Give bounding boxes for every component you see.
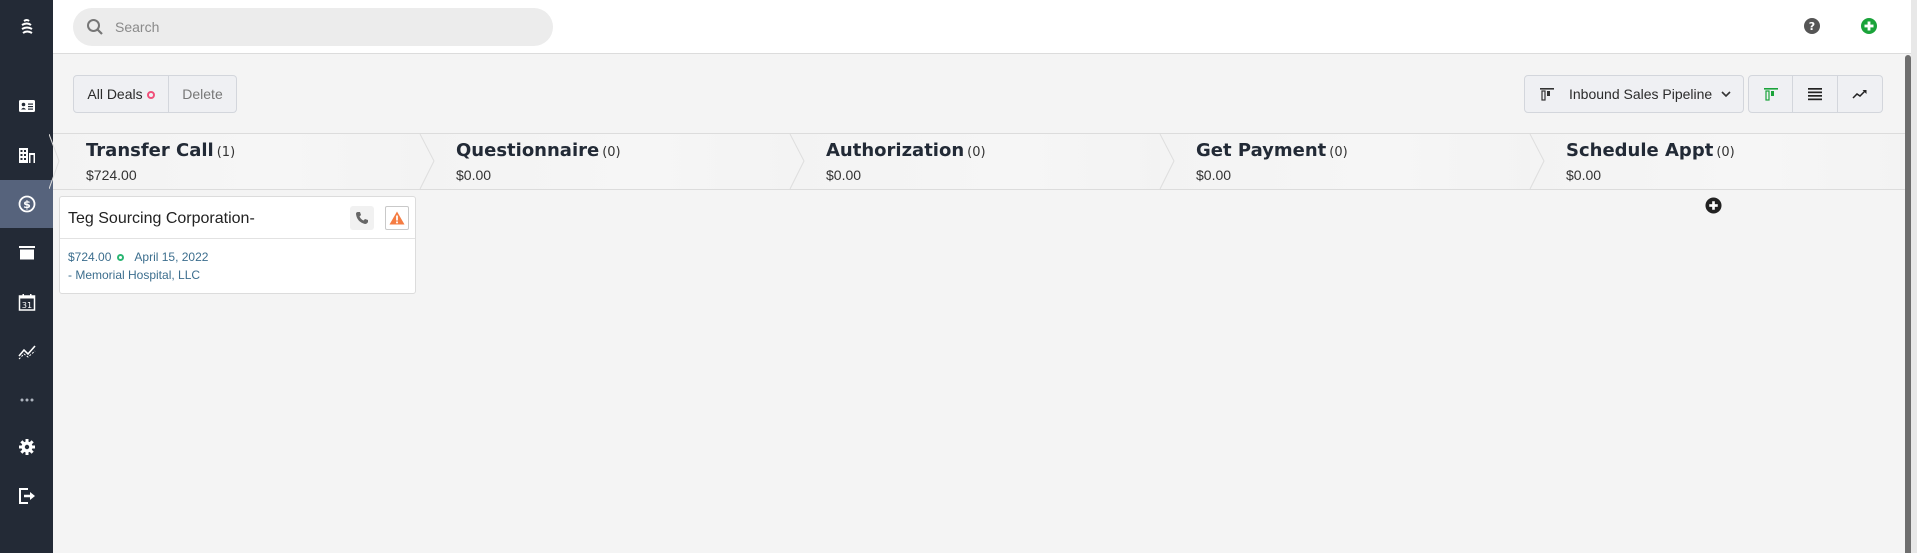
stage-title: Get Payment (0) xyxy=(1196,140,1348,161)
stage-count: (0) xyxy=(1716,145,1735,160)
add-deal-icon[interactable] xyxy=(1705,197,1722,214)
stage-amount: $0.00 xyxy=(1196,167,1232,183)
forecast-view-button[interactable] xyxy=(1838,75,1883,113)
stage-title: Transfer Call (1) xyxy=(86,140,236,161)
stage-amount: $0.00 xyxy=(826,167,862,183)
deal-date: April 15, 2022 xyxy=(134,250,209,264)
sidebar-item-contacts[interactable] xyxy=(0,82,53,130)
filter-indicator-dot xyxy=(146,91,155,99)
pipeline-dropdown[interactable]: Inbound Sales Pipeline xyxy=(1524,75,1744,113)
stage-column-header[interactable]: Authorization (0) $0.00 xyxy=(793,134,1175,189)
app-logo[interactable] xyxy=(0,0,53,54)
warning-icon xyxy=(389,211,405,225)
sidebar-item-archive[interactable] xyxy=(0,229,53,277)
svg-text:31: 31 xyxy=(21,301,31,310)
trend-chart-icon xyxy=(1852,90,1867,99)
stage-column-header[interactable]: Schedule Appt (0) $0.00 xyxy=(1533,134,1903,189)
scrollbar-thumb[interactable] xyxy=(1905,55,1911,553)
deal-title[interactable]: Teg Sourcing Corporation- xyxy=(68,210,255,228)
all-deals-filter-button[interactable]: All Deals xyxy=(73,75,169,113)
sidebar-item-more[interactable] xyxy=(0,376,53,424)
stage-count: (1) xyxy=(216,145,236,160)
logout-icon xyxy=(18,488,35,504)
deal-card[interactable]: Teg Sourcing Corporation- $724.00 April … xyxy=(59,196,416,294)
board-view-button[interactable] xyxy=(1748,75,1793,113)
deal-card-body: $724.00 April 15, 2022 - Memorial Hospit… xyxy=(60,239,415,282)
stage-left-edge xyxy=(49,134,60,189)
stage-title: Schedule Appt (0) xyxy=(1566,140,1735,161)
stage-count: (0) xyxy=(967,145,986,160)
archive-box-icon xyxy=(18,246,35,260)
stage-column-header[interactable]: Get Payment (0) $0.00 xyxy=(1163,134,1545,189)
stage-count: (0) xyxy=(602,145,621,160)
calendar-icon: 31 xyxy=(18,294,35,311)
more-dots-icon xyxy=(20,398,33,402)
pipeline-board-icon xyxy=(1540,88,1554,101)
app-logo-icon xyxy=(20,19,33,34)
building-icon xyxy=(18,148,35,163)
deal-amount: $724.00 xyxy=(68,250,112,264)
stage-separator xyxy=(1159,134,1175,189)
gear-icon xyxy=(18,439,35,455)
pipeline-stages: Transfer Call (1) $724.00 Questionnaire (0… xyxy=(49,133,1905,190)
sidebar: $ 31 xyxy=(0,0,53,553)
sidebar-item-settings[interactable] xyxy=(0,423,53,471)
sidebar-item-companies[interactable] xyxy=(0,131,53,179)
search-icon xyxy=(87,19,103,35)
svg-text:$: $ xyxy=(23,198,31,211)
call-button[interactable] xyxy=(350,206,374,230)
warning-button[interactable] xyxy=(385,206,409,230)
pipeline-label: Inbound Sales Pipeline xyxy=(1569,86,1713,102)
stage-column-header[interactable]: Transfer Call (1) $724.00 xyxy=(49,134,435,189)
chevron-down-icon xyxy=(1721,91,1731,98)
deal-filter-group: All Deals Delete xyxy=(73,75,237,113)
stage-separator xyxy=(1529,134,1545,189)
list-view-icon xyxy=(1808,88,1822,101)
help-icon[interactable]: ? xyxy=(1803,17,1821,35)
add-new-icon[interactable] xyxy=(1860,17,1878,35)
stage-amount: $0.00 xyxy=(456,167,492,183)
stage-separator xyxy=(419,134,435,189)
stage-separator xyxy=(789,134,805,189)
stage-column-header[interactable]: Questionnaire (0) $0.00 xyxy=(423,134,805,189)
list-view-button[interactable] xyxy=(1793,75,1838,113)
sidebar-item-deals[interactable]: $ xyxy=(0,180,53,228)
trend-line-icon xyxy=(17,345,36,360)
sidebar-item-reports[interactable] xyxy=(0,327,53,375)
svg-text:?: ? xyxy=(1809,20,1815,33)
search-input[interactable] xyxy=(115,19,535,35)
all-deals-label: All Deals xyxy=(87,86,143,102)
stage-count: (0) xyxy=(1329,145,1348,160)
scrollbar-track xyxy=(1911,0,1917,553)
delete-label: Delete xyxy=(182,86,223,102)
stage-amount: $0.00 xyxy=(1566,167,1602,183)
stage-title: Questionnaire (0) xyxy=(456,140,621,161)
stage-title: Authorization (0) xyxy=(826,140,986,161)
board-view-icon xyxy=(1763,88,1778,101)
stage-amount: $724.00 xyxy=(86,167,137,183)
deal-card-header: Teg Sourcing Corporation- xyxy=(60,197,415,239)
sidebar-item-calendar[interactable]: 31 xyxy=(0,278,53,326)
view-switcher xyxy=(1748,75,1883,113)
sidebar-item-logout[interactable] xyxy=(0,472,53,520)
deal-organization[interactable]: - Memorial Hospital, LLC xyxy=(68,268,407,282)
top-header: ? xyxy=(53,0,1911,54)
phone-icon xyxy=(356,212,368,224)
delete-button[interactable]: Delete xyxy=(169,75,237,113)
deal-status-dot xyxy=(117,253,125,261)
search-box[interactable] xyxy=(73,8,553,46)
dollar-circle-icon: $ xyxy=(18,195,35,213)
contact-card-icon xyxy=(18,100,35,112)
